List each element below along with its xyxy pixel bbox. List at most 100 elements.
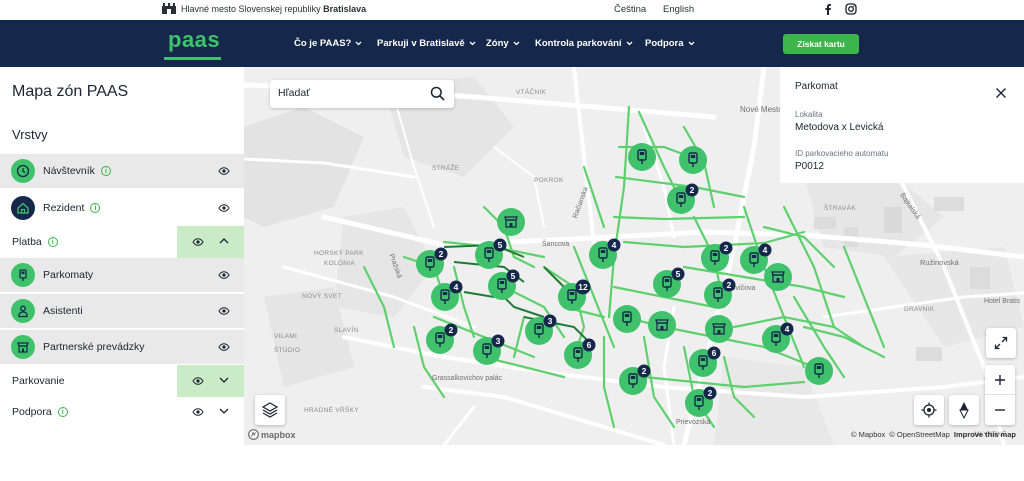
parking-meter-marker[interactable]: 3 bbox=[525, 314, 557, 346]
eye-icon[interactable] bbox=[218, 307, 230, 315]
eye-icon[interactable] bbox=[192, 238, 204, 246]
logo-text: paas bbox=[168, 27, 221, 52]
group-platba[interactable]: Platba i bbox=[0, 226, 244, 258]
partner-shop-marker[interactable] bbox=[764, 263, 792, 291]
map-search-box[interactable] bbox=[270, 80, 454, 108]
parking-meter-marker[interactable]: 2 bbox=[426, 323, 458, 355]
nav-link-label: Podpora bbox=[645, 38, 684, 49]
layer-row-parkomaty[interactable]: Parkomaty bbox=[0, 258, 244, 292]
group-podpora[interactable]: Podpora i bbox=[0, 396, 244, 428]
meter-id-value: P0012 bbox=[795, 161, 824, 172]
layers-button[interactable] bbox=[255, 395, 285, 425]
parking-meter-marker[interactable] bbox=[679, 146, 707, 174]
info-icon[interactable]: i bbox=[90, 203, 101, 213]
nav-link-what-is-paas[interactable]: Čo je PAAS? bbox=[294, 38, 362, 49]
parking-meter-marker[interactable] bbox=[628, 143, 656, 171]
eye-icon[interactable] bbox=[218, 167, 230, 175]
parking-meter-marker[interactable]: 3 bbox=[473, 334, 505, 366]
parking-meter-marker[interactable]: 2 bbox=[619, 364, 651, 396]
parking-meter-marker[interactable]: 5 bbox=[488, 269, 520, 301]
layer-row-partners[interactable]: Partnerské prevádzky bbox=[0, 330, 244, 364]
marker-count-label: 2 bbox=[708, 388, 713, 398]
paas-logo[interactable]: paas bbox=[164, 27, 221, 60]
partner-shop-marker[interactable] bbox=[705, 315, 733, 343]
group-label-parkovanie: Parkovanie bbox=[12, 375, 65, 387]
map-attribution: © Mapbox © OpenStreetMap Improve this map bbox=[851, 430, 1016, 439]
compass-button[interactable] bbox=[949, 395, 979, 425]
osm-attribution-link[interactable]: © OpenStreetMap bbox=[889, 430, 950, 439]
chevron-up-icon[interactable] bbox=[219, 237, 229, 245]
marker-count-label: 6 bbox=[712, 348, 717, 358]
eye-icon[interactable] bbox=[218, 343, 230, 351]
info-icon[interactable]: i bbox=[100, 166, 111, 176]
city-brand[interactable]: Hlavné mesto Slovenskej republiky Bratis… bbox=[162, 3, 366, 14]
parking-meter-marker[interactable]: 2 bbox=[704, 278, 736, 310]
house-icon bbox=[11, 196, 35, 220]
eye-icon[interactable] bbox=[218, 204, 230, 212]
parking-meter-marker[interactable]: 5 bbox=[653, 267, 685, 299]
parking-meter-marker[interactable]: 4 bbox=[431, 280, 463, 312]
marker-count-label: 2 bbox=[439, 249, 444, 259]
layer-label-resident: Rezident bbox=[43, 202, 85, 214]
marker-count-label: 12 bbox=[578, 282, 588, 292]
search-input[interactable] bbox=[278, 87, 418, 99]
person-icon bbox=[11, 299, 35, 323]
marker-count-label: 5 bbox=[676, 269, 681, 279]
mapbox-attribution-link[interactable]: © Mapbox bbox=[851, 430, 885, 439]
info-icon[interactable]: i bbox=[47, 237, 58, 247]
nav-link-parking[interactable]: Parkuji v Bratislavě bbox=[377, 38, 476, 49]
partner-shop-marker[interactable] bbox=[497, 208, 525, 236]
parking-meter-marker[interactable] bbox=[613, 305, 641, 333]
plus-icon bbox=[995, 374, 1005, 385]
layers-sidebar: Mapa zón PAAS Vrstvy Návštevník i Reziden… bbox=[0, 67, 258, 445]
improve-map-link[interactable]: Improve this map bbox=[954, 430, 1016, 439]
get-card-button[interactable]: Získat kartu bbox=[783, 34, 859, 54]
info-icon[interactable]: i bbox=[57, 407, 68, 417]
marker-count-label: 4 bbox=[785, 324, 790, 334]
zoom-in-button[interactable] bbox=[985, 365, 1015, 395]
marker-count-label: 3 bbox=[548, 316, 553, 326]
mapbox-logo[interactable]: mapbox bbox=[248, 429, 296, 440]
layer-row-asistenti[interactable]: Asistenti bbox=[0, 294, 244, 328]
parking-meter-marker[interactable] bbox=[805, 357, 833, 385]
nav-link-zones[interactable]: Zóny bbox=[486, 38, 520, 49]
bratislava-crest-icon bbox=[162, 3, 176, 14]
parking-meter-marker[interactable]: 2 bbox=[416, 247, 448, 279]
eye-icon[interactable] bbox=[218, 271, 230, 279]
parking-meter-marker[interactable]: 12 bbox=[558, 279, 591, 312]
partner-shop-marker[interactable] bbox=[648, 311, 676, 339]
layers-heading: Vrstvy bbox=[12, 127, 48, 142]
chevron-down-icon[interactable] bbox=[219, 407, 229, 415]
lang-cs-link[interactable]: Čeština bbox=[614, 4, 646, 15]
chevron-down-icon[interactable] bbox=[219, 376, 229, 384]
parking-meter-marker[interactable]: 2 bbox=[667, 183, 699, 215]
instagram-icon[interactable] bbox=[845, 3, 857, 15]
lang-en-link[interactable]: English bbox=[663, 4, 694, 15]
marker-count-label: 5 bbox=[498, 240, 503, 250]
parking-meter-marker[interactable]: 6 bbox=[689, 346, 721, 378]
location-label: Lokalita bbox=[795, 110, 823, 119]
zoom-out-button[interactable] bbox=[985, 395, 1015, 425]
main-navbar: paas Čo je PAAS? Parkuji v Bratislavě Zó… bbox=[0, 20, 1024, 67]
group-parkovanie[interactable]: Parkovanie bbox=[0, 365, 244, 397]
layer-label-asistenti: Asistenti bbox=[43, 305, 83, 317]
parking-meter-marker[interactable]: 4 bbox=[762, 322, 794, 354]
parking-meter-marker[interactable]: 2 bbox=[685, 386, 717, 418]
parking-meter-marker[interactable]: 5 bbox=[475, 238, 507, 270]
facebook-icon[interactable] bbox=[822, 3, 834, 15]
parking-meter-marker[interactable]: 2 bbox=[701, 241, 733, 273]
nav-link-support[interactable]: Podpora bbox=[645, 38, 695, 49]
group-podpora-actions bbox=[177, 396, 244, 428]
layer-row-visitor[interactable]: Návštevník i bbox=[0, 154, 244, 188]
close-icon[interactable] bbox=[995, 87, 1007, 99]
parking-meter-marker[interactable]: 6 bbox=[564, 338, 596, 370]
locate-me-button[interactable] bbox=[914, 395, 944, 425]
eye-icon[interactable] bbox=[192, 408, 204, 416]
marker-count-label: 3 bbox=[496, 336, 501, 346]
layer-row-resident[interactable]: Rezident i bbox=[0, 191, 244, 225]
eye-icon[interactable] bbox=[192, 377, 204, 385]
fullscreen-button[interactable] bbox=[986, 328, 1016, 358]
nav-link-control[interactable]: Kontrola parkování bbox=[535, 38, 633, 49]
search-icon[interactable] bbox=[430, 86, 445, 101]
parking-meter-marker[interactable]: 4 bbox=[589, 238, 621, 270]
